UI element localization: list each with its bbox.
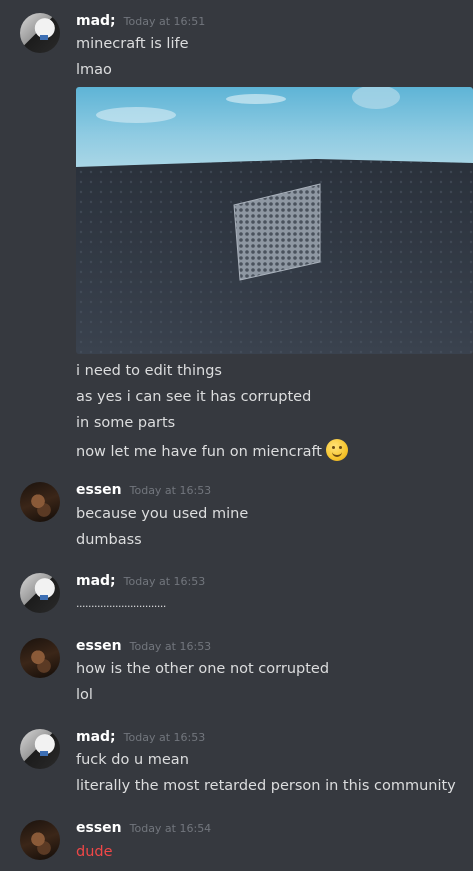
message-text: lmao <box>76 62 112 78</box>
message-text: dude <box>76 844 113 860</box>
message-text: in some parts <box>76 415 176 431</box>
message-text: .............................. <box>76 597 166 610</box>
username[interactable]: mad; <box>76 729 116 745</box>
message-header: essen Today at 16:54 <box>76 820 211 840</box>
message-line: now let me have fun on miencraft <box>76 439 348 462</box>
image-attachment[interactable] <box>76 87 473 354</box>
timestamp: Today at 16:53 <box>129 640 212 653</box>
message-text: literally the most retarded person in th… <box>76 778 456 794</box>
username[interactable]: essen <box>76 820 122 836</box>
message-text: lol <box>76 687 93 703</box>
message-header: mad; Today at 16:53 <box>76 729 205 749</box>
avatar[interactable] <box>20 482 60 522</box>
message-header: essen Today at 16:53 <box>76 482 211 502</box>
avatar[interactable] <box>20 729 60 769</box>
timestamp: Today at 16:54 <box>129 822 212 835</box>
game-screenshot-image <box>76 87 473 354</box>
avatar[interactable] <box>20 638 60 678</box>
message-text: fuck do u mean <box>76 752 189 768</box>
message-text: dumbass <box>76 532 142 548</box>
avatar[interactable] <box>20 13 60 53</box>
message-text: because you used mine <box>76 506 249 522</box>
message-header: mad; Today at 16:53 <box>76 573 205 593</box>
avatar[interactable] <box>20 820 60 860</box>
message-text: i need to edit things <box>76 363 222 379</box>
username[interactable]: mad; <box>76 573 116 589</box>
avatar[interactable] <box>20 573 60 613</box>
timestamp: Today at 16:53 <box>129 484 212 497</box>
message-text: how is the other one not corrupted <box>76 661 330 677</box>
message-header: mad; Today at 16:51 <box>76 13 205 33</box>
message-text: as yes i can see it has corrupted <box>76 389 312 405</box>
timestamp: Today at 16:51 <box>123 15 206 28</box>
username[interactable]: essen <box>76 482 122 498</box>
message-header: essen Today at 16:53 <box>76 638 211 658</box>
message-text: minecraft is life <box>76 36 189 52</box>
timestamp: Today at 16:53 <box>123 575 206 588</box>
message-text: now let me have fun on miencraft <box>76 444 322 460</box>
username[interactable]: essen <box>76 638 122 654</box>
timestamp: Today at 16:53 <box>123 731 206 744</box>
username[interactable]: mad; <box>76 13 116 29</box>
slightly-smiling-face-icon <box>326 439 348 461</box>
